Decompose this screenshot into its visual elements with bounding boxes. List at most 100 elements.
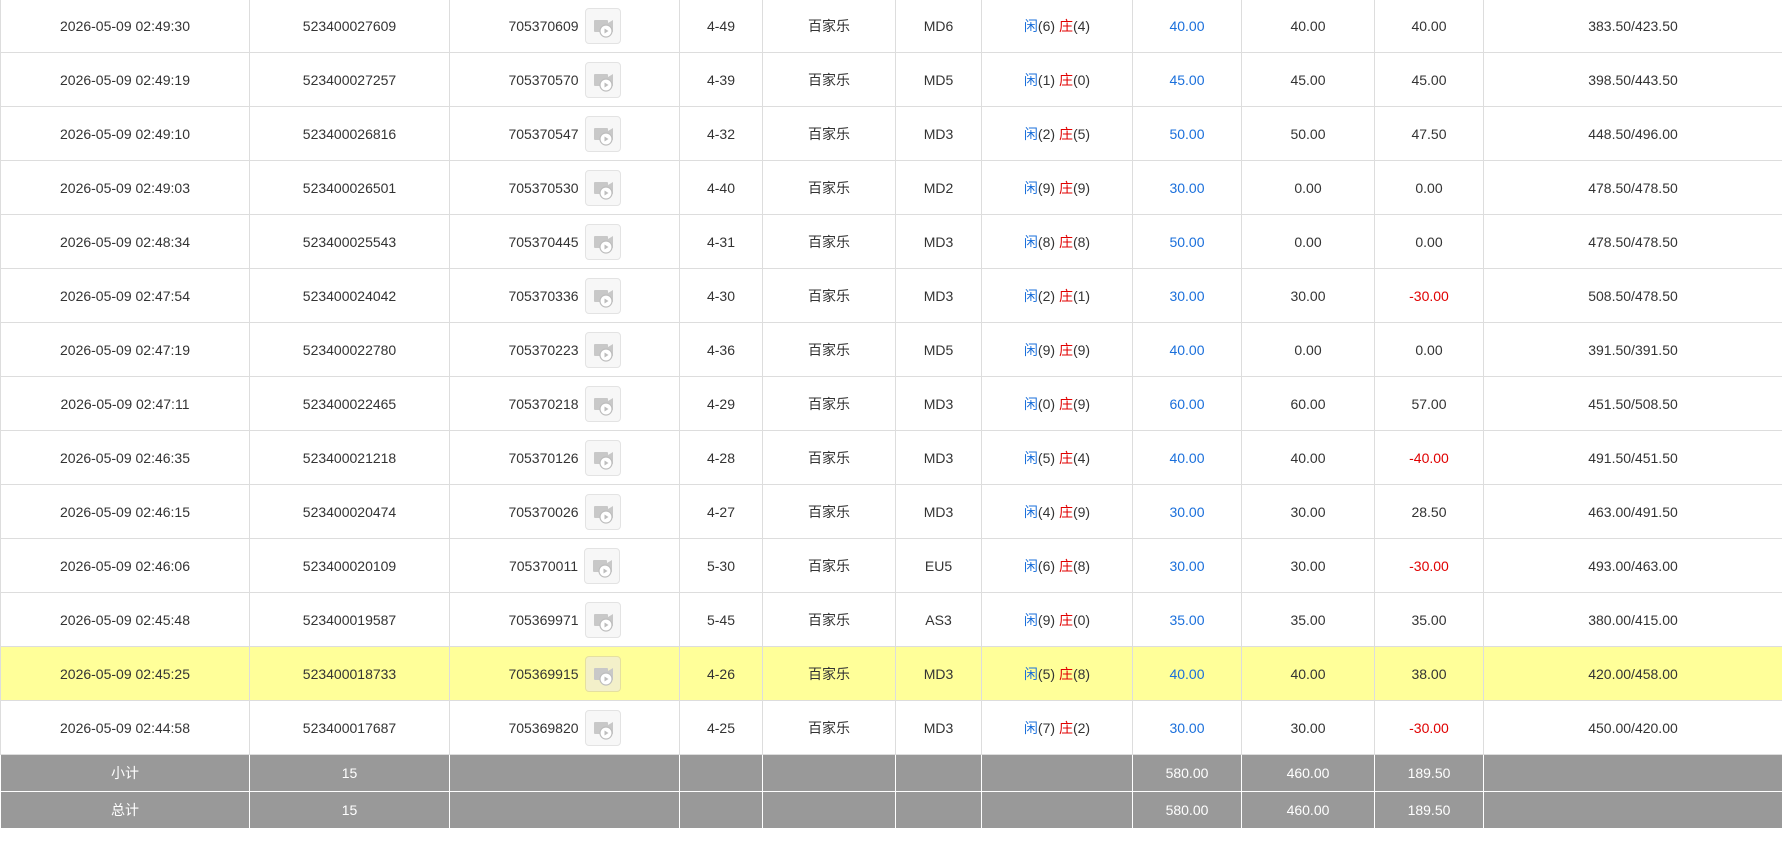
table-number: 4-49 xyxy=(679,0,763,53)
order-id: 523400020474 xyxy=(249,484,450,539)
total-bet: 580.00 xyxy=(1132,791,1242,829)
game-name: 百家乐 xyxy=(762,52,896,107)
valid-bet: 40.00 xyxy=(1241,430,1375,485)
desk-code: EU5 xyxy=(895,538,982,593)
valid-bet: 0.00 xyxy=(1241,214,1375,269)
banker-points: (0) xyxy=(1072,611,1091,628)
bet-time: 2026-05-09 02:46:15 xyxy=(0,484,250,539)
balance-change: 420.00/458.00 xyxy=(1483,646,1782,701)
video-replay-icon[interactable] xyxy=(584,8,621,44)
win-loss: 38.00 xyxy=(1374,646,1484,701)
win-loss: 45.00 xyxy=(1374,52,1484,107)
desk-code: MD3 xyxy=(895,484,982,539)
game-name: 百家乐 xyxy=(762,700,896,755)
banker-points: (4) xyxy=(1072,449,1091,466)
round-id: 705370609 xyxy=(508,18,579,34)
order-id: 523400017687 xyxy=(249,700,450,755)
video-replay-icon[interactable] xyxy=(584,61,621,98)
balance-change: 391.50/391.50 xyxy=(1483,322,1782,377)
banker-label: 庄 xyxy=(1058,179,1073,196)
round-id-cell: 705370011 xyxy=(449,538,680,593)
video-replay-icon[interactable] xyxy=(584,655,621,692)
round-id-cell: 705370126 xyxy=(449,430,680,485)
order-id: 523400024042 xyxy=(249,268,450,323)
order-id: 523400026501 xyxy=(249,160,450,215)
player-label: 闲 xyxy=(1023,503,1038,520)
banker-label: 庄 xyxy=(1058,18,1073,34)
banker-label: 庄 xyxy=(1058,557,1073,574)
game-name: 百家乐 xyxy=(762,430,896,485)
round-id-cell: 705369820 xyxy=(449,700,680,755)
valid-bet: 30.00 xyxy=(1241,268,1375,323)
round-id: 705369971 xyxy=(508,611,579,628)
result-cell: 闲(9) 庄(0) xyxy=(981,592,1133,647)
table-row: 2026-05-09 02:49:19 523400027257 7053705… xyxy=(0,52,1782,107)
player-points: (0) xyxy=(1037,395,1056,412)
video-replay-icon[interactable] xyxy=(584,385,621,422)
game-name: 百家乐 xyxy=(762,106,896,161)
banker-points: (8) xyxy=(1072,557,1091,574)
banker-points: (0) xyxy=(1072,71,1091,88)
video-replay-icon[interactable] xyxy=(584,439,621,476)
total-row: 总计 15 580.00 460.00 189.50 xyxy=(0,791,1782,829)
result-cell: 闲(6) 庄(4) xyxy=(981,0,1133,53)
round-id: 705370336 xyxy=(508,287,579,304)
bet-time: 2026-05-09 02:47:11 xyxy=(0,376,250,431)
round-id-cell: 705370336 xyxy=(449,268,680,323)
table-number: 4-29 xyxy=(679,376,763,431)
video-replay-icon[interactable] xyxy=(584,115,621,152)
valid-bet: 30.00 xyxy=(1241,700,1375,755)
valid-bet: 0.00 xyxy=(1241,160,1375,215)
video-replay-icon[interactable] xyxy=(584,493,621,530)
video-replay-icon[interactable] xyxy=(584,277,621,314)
balance-change: 478.50/478.50 xyxy=(1483,160,1782,215)
total-valid: 460.00 xyxy=(1241,791,1375,829)
bet-amount: 40.00 xyxy=(1132,322,1242,377)
round-id: 705370011 xyxy=(508,557,579,574)
table-row: 2026-05-09 02:46:35 523400021218 7053701… xyxy=(0,430,1782,485)
desk-code: MD3 xyxy=(895,700,982,755)
bet-time: 2026-05-09 02:46:35 xyxy=(0,430,250,485)
video-replay-icon[interactable] xyxy=(584,169,621,206)
result-cell: 闲(8) 庄(8) xyxy=(981,214,1133,269)
valid-bet: 50.00 xyxy=(1241,106,1375,161)
game-name: 百家乐 xyxy=(762,646,896,701)
table-row: 2026-05-09 02:47:11 523400022465 7053702… xyxy=(0,376,1782,431)
video-replay-icon[interactable] xyxy=(584,547,621,584)
table-row: 2026-05-09 02:45:48 523400019587 7053699… xyxy=(0,592,1782,647)
win-loss: 0.00 xyxy=(1374,214,1484,269)
bet-records-table: 2026-05-09 02:49:30 523400027609 7053706… xyxy=(0,0,1782,829)
player-points: (5) xyxy=(1037,449,1056,466)
bet-time: 2026-05-09 02:46:06 xyxy=(0,538,250,593)
round-id-cell: 705370218 xyxy=(449,376,680,431)
valid-bet: 40.00 xyxy=(1241,646,1375,701)
win-loss: -30.00 xyxy=(1374,538,1484,593)
player-points: (7) xyxy=(1037,719,1056,736)
player-label: 闲 xyxy=(1023,611,1038,628)
player-points: (9) xyxy=(1037,179,1056,196)
round-id: 705370445 xyxy=(508,233,579,250)
video-replay-icon[interactable] xyxy=(584,223,621,260)
game-name: 百家乐 xyxy=(762,214,896,269)
banker-label: 庄 xyxy=(1058,71,1073,88)
banker-points: (1) xyxy=(1072,287,1091,304)
game-name: 百家乐 xyxy=(762,376,896,431)
valid-bet: 30.00 xyxy=(1241,538,1375,593)
win-loss: 35.00 xyxy=(1374,592,1484,647)
game-name: 百家乐 xyxy=(762,538,896,593)
total-label: 总计 xyxy=(0,791,250,829)
round-id-cell: 705370530 xyxy=(449,160,680,215)
round-id-cell: 705370547 xyxy=(449,106,680,161)
banker-points: (9) xyxy=(1072,395,1091,412)
video-replay-icon[interactable] xyxy=(584,601,621,638)
table-body: 2026-05-09 02:49:30 523400027609 7053706… xyxy=(0,0,1782,755)
bet-amount: 50.00 xyxy=(1132,106,1242,161)
video-replay-icon[interactable] xyxy=(584,709,621,746)
desk-code: MD3 xyxy=(895,214,982,269)
video-replay-icon[interactable] xyxy=(584,331,621,368)
banker-label: 庄 xyxy=(1058,395,1073,412)
table-number: 5-30 xyxy=(679,538,763,593)
player-label: 闲 xyxy=(1023,18,1038,34)
result-cell: 闲(2) 庄(5) xyxy=(981,106,1133,161)
banker-label: 庄 xyxy=(1058,341,1073,358)
